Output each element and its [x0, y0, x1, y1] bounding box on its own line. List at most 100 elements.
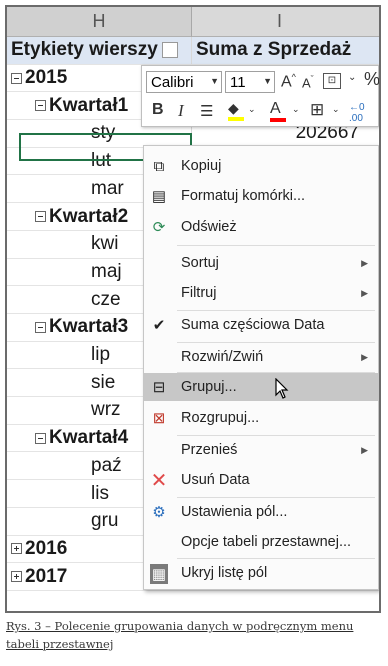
row-label-text: lip: [91, 344, 111, 366]
menu-item-copy[interactable]: ⧉ Kopiuj: [144, 152, 378, 180]
menu-item-label: Suma częściowa Data: [181, 317, 325, 333]
menu-item-label: Rozgrupuj...: [181, 410, 260, 426]
grow-font-glyph: A: [281, 73, 292, 91]
menu-item-filter[interactable]: Filtruj ▶: [144, 279, 378, 307]
row-label-text: Kwartał1: [49, 94, 129, 116]
figure-caption: Rys. 3 – Polecenie grupowania danych w p…: [6, 617, 382, 653]
font-size-box[interactable]: 11 ▼: [225, 71, 275, 93]
menu-item-format-cells[interactable]: ▤ Formatuj komórki...: [144, 182, 378, 210]
values-header[interactable]: Suma z Sprzedaż: [192, 37, 367, 64]
menu-item-label: Przenieś: [181, 442, 238, 458]
refresh-icon: ⟳: [152, 219, 166, 236]
row-label-text: cze: [91, 288, 121, 310]
fill-color-icon[interactable]: ◆: [228, 100, 244, 121]
menu-item-label: Filtruj: [181, 285, 217, 301]
increase-decimal-icon[interactable]: ←0.00: [349, 102, 365, 124]
menu-item-label: Usuń Data: [181, 472, 250, 488]
row-label-text: 2016: [25, 537, 68, 559]
row-label-text: Kwartał4: [49, 427, 129, 449]
menu-item-label: Sortuj: [181, 255, 219, 271]
menu-item-expand-collapse[interactable]: Rozwiń/Zwiń ▶: [144, 343, 378, 371]
font-size-value: 11: [230, 73, 246, 91]
row-label-text: lis: [91, 482, 109, 504]
italic-button[interactable]: I: [178, 101, 184, 121]
format-cells-icon: ▤: [151, 188, 167, 205]
menu-item-pivot-options[interactable]: Opcje tabeli przestawnej...: [144, 528, 378, 556]
font-name-value: Calibri: [151, 73, 194, 91]
menu-item-label: Grupuj...: [181, 379, 237, 395]
filter-dropdown-icon[interactable]: [161, 42, 178, 59]
chevron-down-icon[interactable]: ⌄: [292, 104, 300, 115]
expand-icon[interactable]: [11, 571, 22, 583]
mouse-cursor-icon: [275, 378, 289, 399]
submenu-arrow-icon: ▶: [361, 351, 368, 362]
menu-item-hide-field-list[interactable]: ▦ Ukryj listę pól: [144, 559, 378, 587]
grow-font-icon[interactable]: A^: [281, 72, 296, 91]
row-label-text: Kwartał3: [49, 316, 129, 338]
collapse-icon[interactable]: [35, 211, 46, 223]
row-label-text: wrz: [91, 399, 121, 421]
submenu-arrow-icon: ▶: [361, 287, 368, 298]
borders-icon[interactable]: ⊞: [310, 100, 324, 120]
field-settings-icon: ⚙: [152, 504, 166, 521]
field-list-icon: ▦: [150, 564, 168, 584]
row-label-text: 2017: [25, 565, 68, 587]
bold-button[interactable]: B: [152, 101, 164, 119]
figure-caption-text: Rys. 3 – Polecenie grupowania danych w p…: [6, 619, 354, 651]
row-labels-header-text: Etykiety wierszy: [11, 39, 158, 61]
menu-item-label: Opcje tabeli przestawnej...: [181, 534, 352, 550]
row-label-text: maj: [91, 260, 122, 282]
submenu-arrow-icon: ▶: [361, 444, 368, 455]
menu-item-ungroup[interactable]: ⊠ Rozgrupuj...: [144, 404, 378, 432]
percent-icon[interactable]: %: [364, 69, 379, 90]
align-center-icon[interactable]: ☰: [200, 102, 213, 120]
menu-item-field-settings[interactable]: ⚙ Ustawienia pól...: [144, 498, 378, 526]
collapse-icon[interactable]: [35, 321, 46, 333]
font-color-icon[interactable]: A: [270, 100, 286, 122]
screenshot-frame: H I Etykiety wierszy Suma z Sprzedaż 201…: [5, 5, 381, 613]
group-icon: ⊟: [152, 379, 166, 396]
font-color-glyph: A: [270, 100, 281, 117]
chevron-down-icon[interactable]: ⌄: [332, 104, 340, 115]
chevron-down-icon[interactable]: ▼: [263, 76, 272, 86]
menu-item-sort[interactable]: Sortuj ▶: [144, 249, 378, 277]
row-label-text: Kwartał2: [49, 205, 129, 227]
row-label-text: 2015: [25, 67, 68, 89]
pivot-header-row: Etykiety wierszy Suma z Sprzedaż: [7, 37, 379, 65]
menu-item-label: Odśwież: [181, 219, 237, 235]
menu-item-group[interactable]: ⊟ Grupuj...: [144, 373, 378, 401]
submenu-arrow-icon: ▶: [361, 257, 368, 268]
mini-toolbar: Calibri ▼ 11 ▼ A^ Aˇ ⊡ ⌄ % B I ☰ ◆ ⌄ A ⌄…: [141, 65, 379, 127]
accounting-format-icon[interactable]: ⊡: [323, 73, 341, 89]
row-label-text: gru: [91, 510, 119, 532]
menu-item-label: Ustawienia pól...: [181, 504, 288, 520]
chevron-down-icon[interactable]: ▼: [210, 76, 219, 86]
menu-item-label: Kopiuj: [181, 158, 222, 174]
menu-item-move[interactable]: Przenieś ▶: [144, 436, 378, 464]
ungroup-icon: ⊠: [152, 410, 166, 427]
font-name-box[interactable]: Calibri ▼: [146, 71, 222, 93]
chevron-down-icon[interactable]: ⌄: [248, 104, 256, 115]
menu-separator: [177, 245, 375, 246]
context-menu: ⧉ Kopiuj ▤ Formatuj komórki... ⟳ Odśwież…: [143, 145, 379, 590]
copy-icon: ⧉: [153, 157, 165, 175]
collapse-icon[interactable]: [35, 100, 46, 112]
column-header-i[interactable]: I: [192, 7, 367, 37]
menu-item-label: Rozwiń/Zwiń: [181, 349, 264, 365]
chevron-down-icon[interactable]: ⌄: [348, 72, 356, 83]
menu-item-subtotal[interactable]: ✔ Suma częściowa Data: [144, 311, 378, 339]
row-label-text: paź: [91, 454, 122, 476]
checkmark-icon: ✔: [152, 317, 166, 334]
collapse-icon[interactable]: [35, 432, 46, 444]
menu-item-refresh[interactable]: ⟳ Odśwież: [144, 213, 378, 241]
expand-icon[interactable]: [11, 543, 22, 555]
shrink-font-glyph: A: [302, 75, 311, 91]
row-labels-header[interactable]: Etykiety wierszy: [7, 37, 192, 64]
menu-item-remove-data[interactable]: ✕ Usuń Data: [144, 466, 378, 494]
column-header-next[interactable]: [367, 7, 379, 37]
row-label-text: kwi: [91, 233, 119, 255]
collapse-icon[interactable]: [11, 72, 22, 84]
shrink-font-icon[interactable]: Aˇ: [302, 74, 314, 90]
column-header-h[interactable]: H: [7, 7, 192, 37]
menu-item-label: Formatuj komórki...: [181, 188, 306, 204]
